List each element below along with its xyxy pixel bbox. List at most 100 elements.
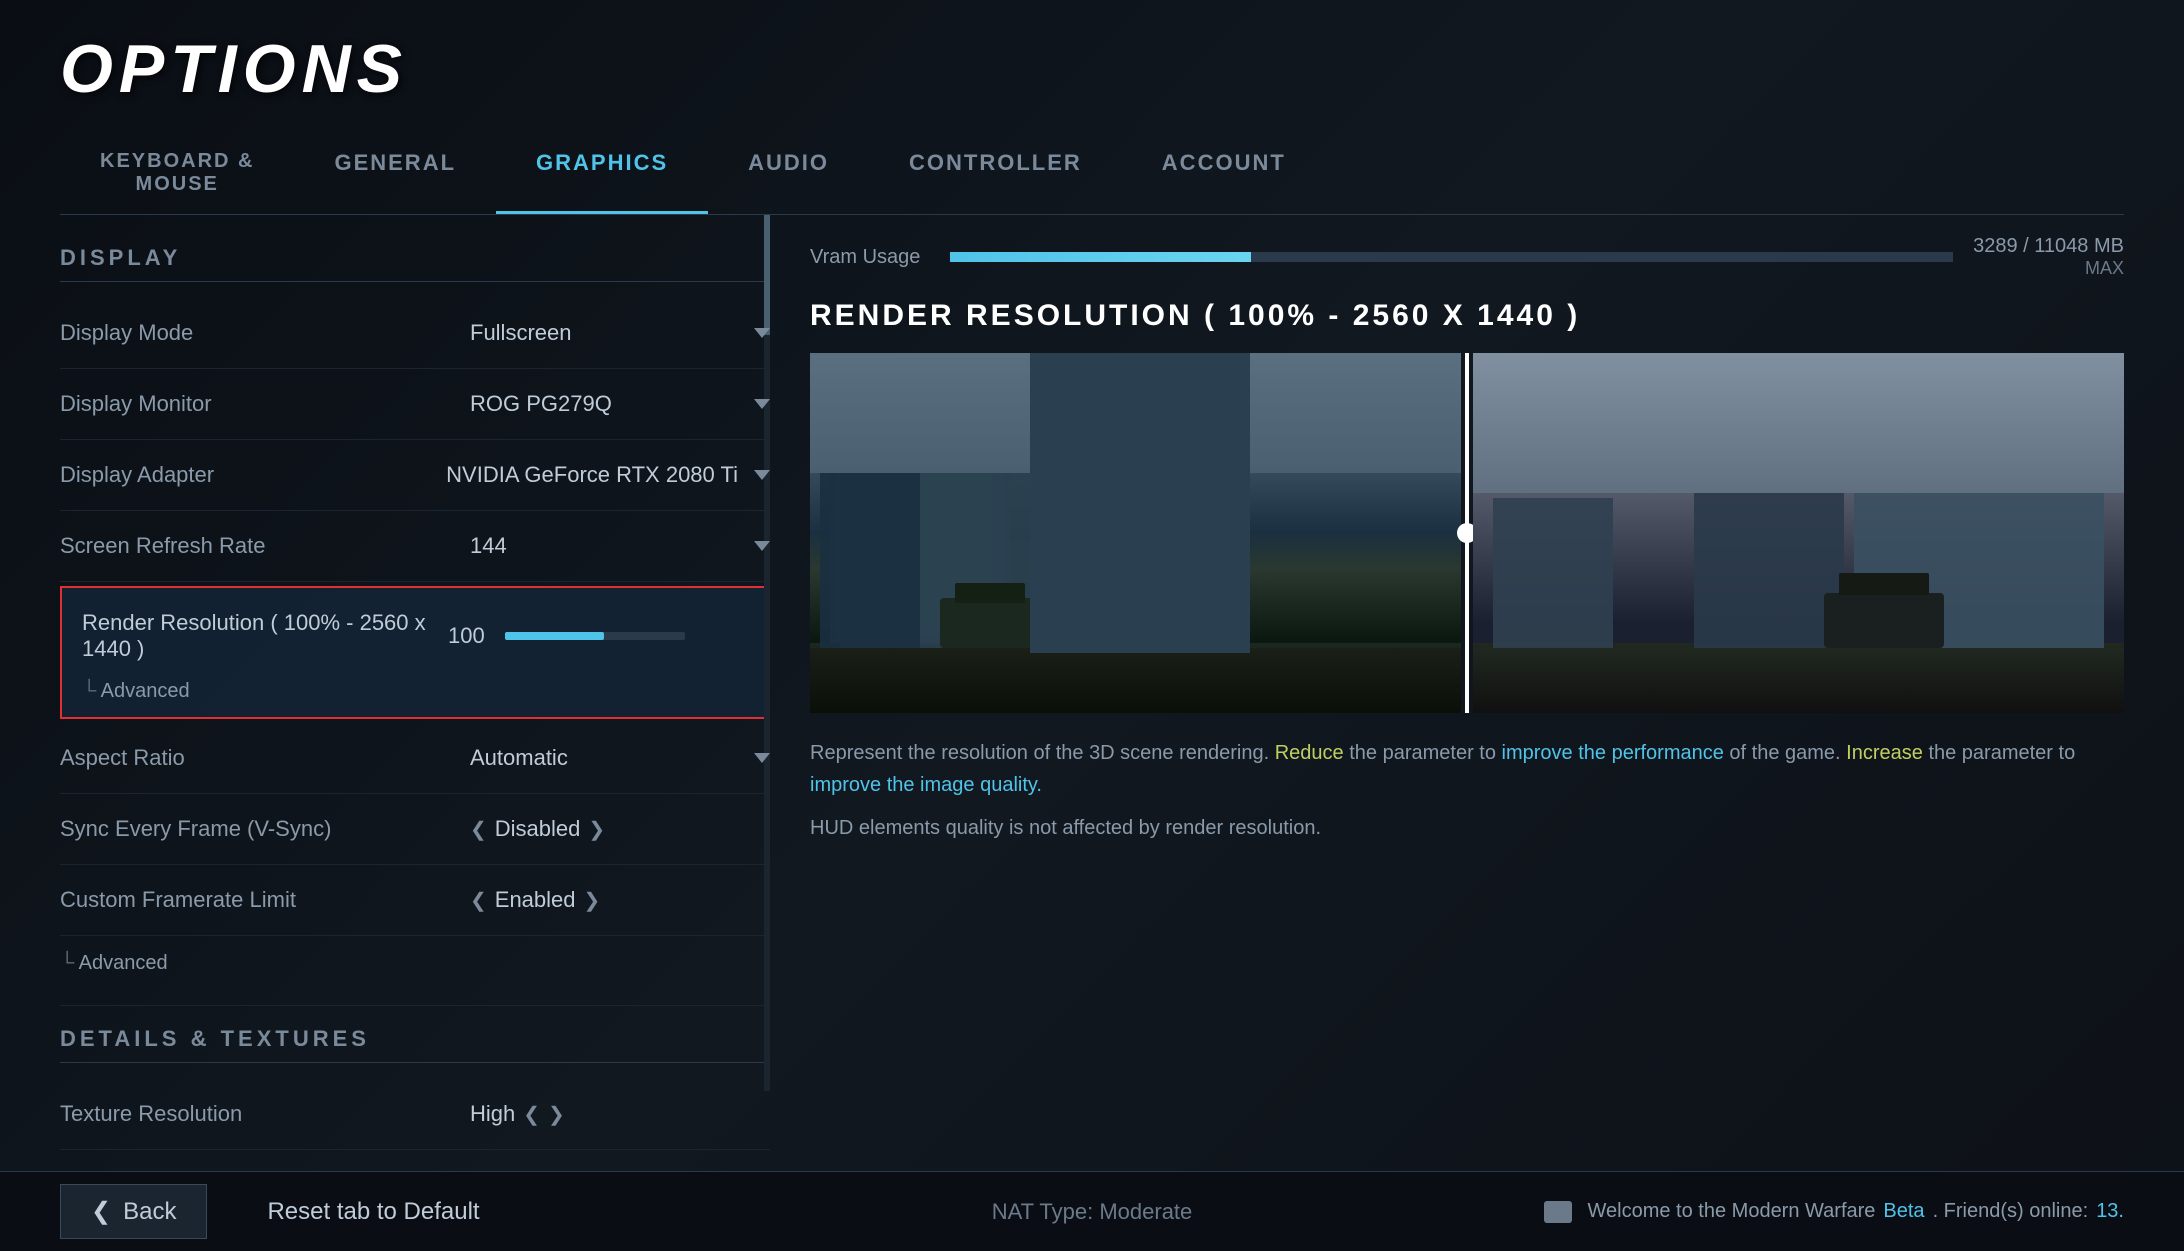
back-label: Back [123,1198,176,1226]
framerate-limit-label: Custom Framerate Limit [60,887,470,913]
display-monitor-chevron[interactable] [754,399,770,409]
desc-part3: of the game. [1724,742,1846,764]
display-monitor-text: ROG PG279Q [470,391,612,417]
aspect-ratio-value[interactable]: Automatic [470,745,770,771]
screen-refresh-rate-text: 144 [470,533,507,559]
welcome-message: Welcome to the Modern Warfare Beta . Frie… [1544,1200,2124,1223]
desc-improve-perf: improve the performance [1502,742,1724,764]
vram-label: Vram Usage [810,246,930,269]
display-mode-text: Fullscreen [470,320,571,346]
preview-images [810,353,2124,713]
left-panel: DISPLAY Display Mode Fullscreen Display … [0,215,770,1171]
display-monitor-row: Display Monitor ROG PG279Q [60,369,770,440]
framerate-limit-text: Enabled [495,887,576,913]
vram-current: 3289 [1973,235,2018,257]
render-resolution-label: Render Resolution ( 100% - 2560 x 1440 ) [82,610,448,662]
texture-resolution-row: Texture Resolution High ❮ ❯ [60,1079,770,1150]
display-mode-chevron[interactable] [754,328,770,338]
vram-total: 11048 [2034,235,2088,257]
vsync-label: Sync Every Frame (V-Sync) [60,816,470,842]
vram-container: Vram Usage 3289 / 11048 MB MAX [810,215,2124,299]
reset-button[interactable]: Reset tab to Default [237,1186,509,1238]
aspect-ratio-chevron[interactable] [754,753,770,763]
render-resolution-container[interactable]: Render Resolution ( 100% - 2560 x 1440 )… [60,586,770,719]
vsync-text: Disabled [495,816,581,842]
framerate-limit-value: ❮ Enabled ❯ [470,887,770,913]
render-advanced-toggle[interactable]: Advanced [82,672,748,717]
tab-graphics[interactable]: GRAPHICS [496,132,708,214]
desc-part2: the parameter to [1344,742,1502,764]
vsync-left-arrow[interactable]: ❮ [470,817,487,842]
aspect-ratio-label: Aspect Ratio [60,745,470,771]
display-monitor-value[interactable]: ROG PG279Q [470,391,770,417]
page-container: OPTIONS KEYBOARD &MOUSE GENERAL GRAPHICS… [0,0,2184,1251]
vram-unit: MB [2094,235,2124,257]
display-mode-value[interactable]: Fullscreen [470,320,770,346]
render-resolution-row: Render Resolution ( 100% - 2560 x 1440 )… [82,588,748,672]
chat-icon [1544,1201,1572,1223]
desc-increase: Increase [1846,742,1923,764]
framerate-advanced-toggle[interactable]: Advanced [60,944,770,989]
framerate-right-arrow[interactable]: ❯ [584,888,601,913]
vram-info: 3289 / 11048 MB MAX [1973,235,2124,279]
texture-resolution-value: High ❮ ❯ [470,1101,770,1127]
desc-part1: Represent the resolution of the 3D scene… [810,742,1275,764]
tab-controller[interactable]: CONTROLLER [869,132,1122,214]
display-section-label: DISPLAY [60,245,770,282]
welcome-part2: . Friend(s) online: [1933,1200,2089,1223]
back-arrow-icon: ❮ [91,1197,111,1226]
texture-resolution-text: High [470,1101,515,1127]
display-adapter-label: Display Adapter [60,462,446,488]
nat-type: NAT Type: Moderate [992,1199,1193,1225]
aspect-ratio-row: Aspect Ratio Automatic [60,723,770,794]
framerate-left-arrow[interactable]: ❮ [470,888,487,913]
display-adapter-row: Display Adapter NVIDIA GeForce RTX 2080 … [60,440,770,511]
bottom-bar: ❮ Back Reset tab to Default NAT Type: Mo… [0,1171,2184,1251]
welcome-part1: Welcome to the Modern Warfare [1588,1200,1876,1223]
display-monitor-label: Display Monitor [60,391,470,417]
main-content: DISPLAY Display Mode Fullscreen Display … [0,215,2184,1171]
render-resolution-slider-fill [505,632,604,640]
render-resolution-value[interactable]: 100 [448,623,748,649]
screen-refresh-rate-chevron[interactable] [754,541,770,551]
display-adapter-chevron[interactable] [754,470,770,480]
tab-account[interactable]: ACCOUNT [1122,132,1326,214]
vram-max-label: MAX [2085,258,2124,279]
vsync-value: ❮ Disabled ❯ [470,816,770,842]
texture-right-arrow[interactable]: ❯ [548,1102,565,1127]
friends-count: 13. [2096,1200,2124,1223]
nav-tabs: KEYBOARD &MOUSE GENERAL GRAPHICS AUDIO C… [60,132,2124,215]
render-resolution-num: 100 [448,623,485,649]
desc-part4: the parameter to [1923,742,2075,764]
vram-bar-fill [950,252,1251,262]
hud-note: HUD elements quality is not affected by … [810,817,2124,840]
display-mode-row: Display Mode Fullscreen [60,298,770,369]
description-text: Represent the resolution of the 3D scene… [810,737,2124,801]
vram-usage-text: 3289 / 11048 MB [1973,235,2124,258]
texture-left-arrow[interactable]: ❮ [523,1102,540,1127]
tab-audio[interactable]: AUDIO [708,132,869,214]
screen-refresh-rate-label: Screen Refresh Rate [60,533,470,559]
vsync-row: Sync Every Frame (V-Sync) ❮ Disabled ❯ [60,794,770,865]
details-textures-section-label: DETAILS & TEXTURES [60,1026,770,1063]
screen-refresh-rate-value[interactable]: 144 [470,533,770,559]
page-title: OPTIONS [60,30,2124,108]
tab-keyboard-mouse[interactable]: KEYBOARD &MOUSE [60,132,294,214]
display-adapter-value[interactable]: NVIDIA GeForce RTX 2080 Ti [446,462,770,488]
aspect-ratio-text: Automatic [470,745,568,771]
tab-general[interactable]: GENERAL [294,132,496,214]
desc-reduce: Reduce [1275,742,1344,764]
vram-bar-container [950,252,1953,262]
display-mode-label: Display Mode [60,320,470,346]
preview-image-right [1473,353,2124,713]
vsync-right-arrow[interactable]: ❯ [588,817,605,842]
preview-divider [1465,353,1469,713]
beta-text: Beta [1883,1200,1924,1223]
desc-improve-quality: improve the image quality. [810,774,1042,796]
back-button[interactable]: ❮ Back [60,1184,207,1239]
display-adapter-text: NVIDIA GeForce RTX 2080 Ti [446,462,738,488]
render-resolution-slider[interactable] [505,632,685,640]
preview-title: RENDER RESOLUTION ( 100% - 2560 X 1440 ) [810,299,2124,333]
framerate-limit-row: Custom Framerate Limit ❮ Enabled ❯ [60,865,770,936]
texture-resolution-label: Texture Resolution [60,1101,470,1127]
